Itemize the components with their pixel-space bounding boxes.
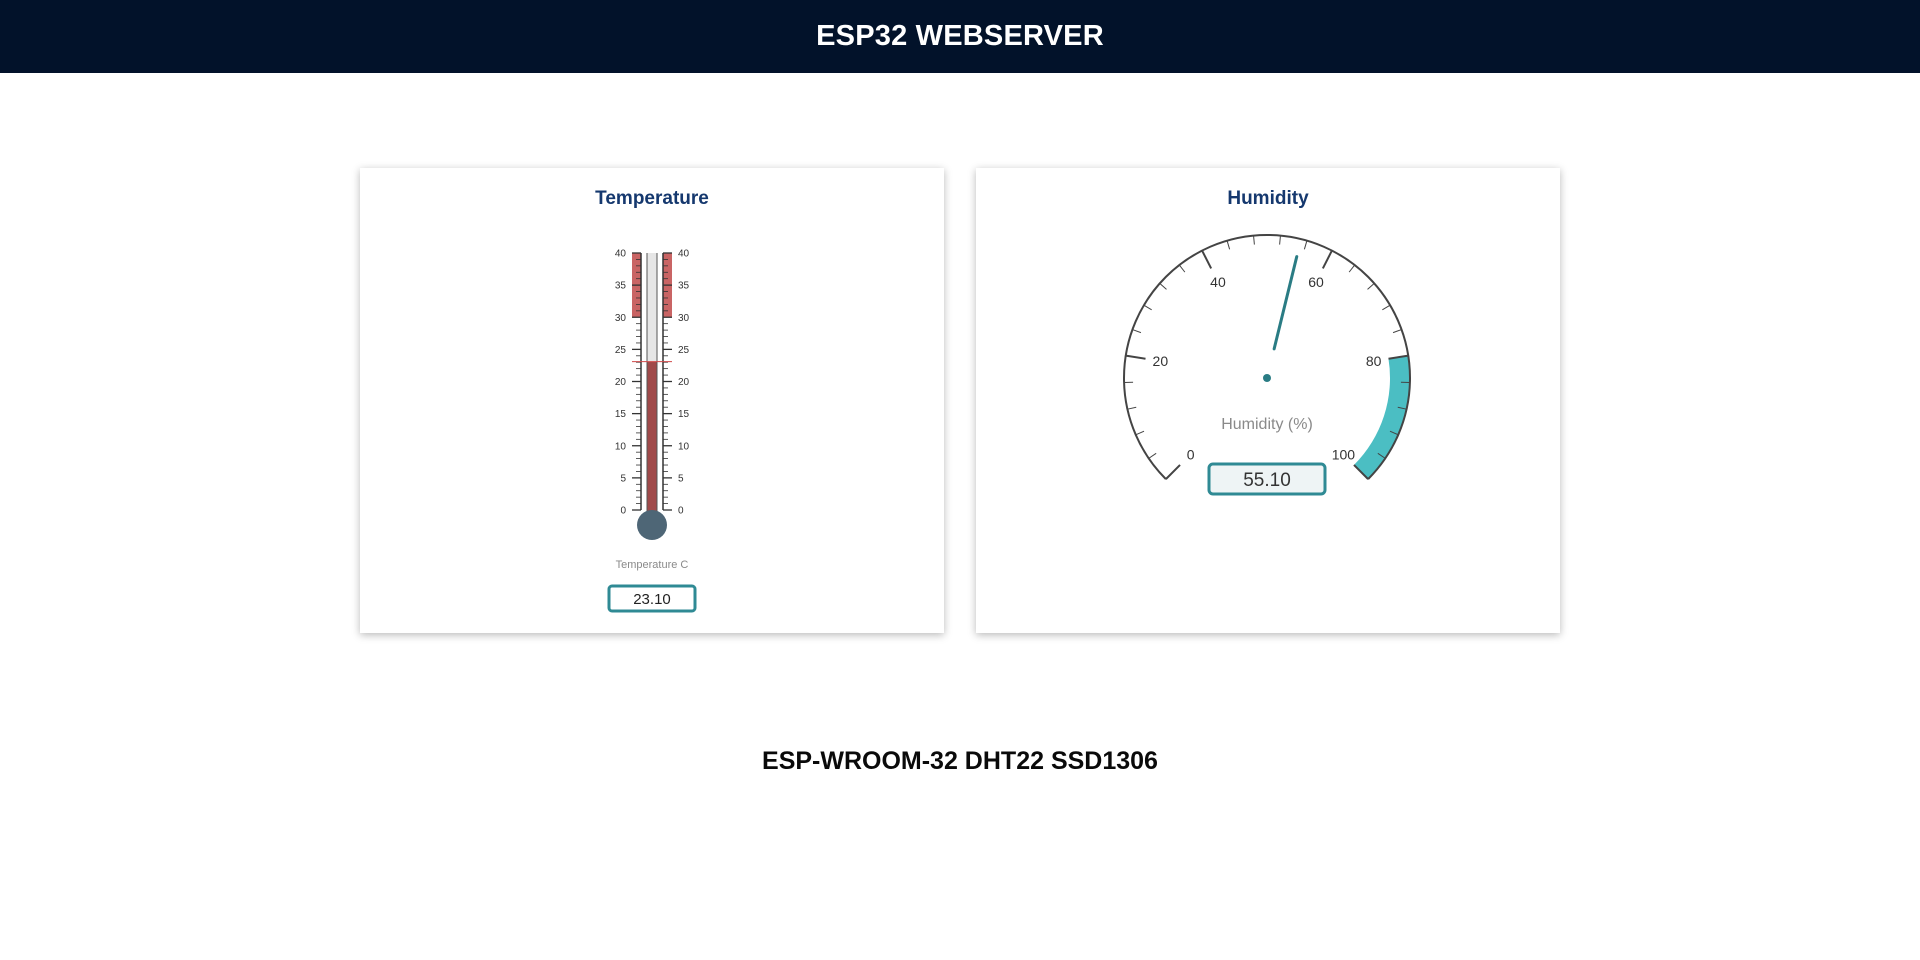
temperature-unit-label: Temperature C — [616, 559, 689, 571]
temperature-bulb — [637, 510, 667, 540]
temperature-tick-label-right: 30 — [678, 313, 690, 324]
temperature-tick-label-right: 5 — [678, 473, 684, 484]
humidity-tick — [1348, 264, 1356, 273]
humidity-tick — [1143, 304, 1152, 311]
humidity-tick-label: 20 — [1153, 353, 1169, 369]
humidity-tick — [1125, 354, 1146, 360]
temperature-tick-label-left: 25 — [615, 345, 627, 356]
temperature-tick-label-left: 5 — [620, 473, 626, 484]
temperature-tick-label-right: 10 — [678, 441, 690, 452]
humidity-tick-label: 0 — [1187, 446, 1195, 462]
humidity-high-band — [1353, 355, 1410, 480]
temperature-tick-label-right: 35 — [678, 281, 690, 292]
temperature-tick-label-right: 25 — [678, 345, 690, 356]
humidity-gauge: 0 20 40 60 80 100 Humidity (%) 55.10 — [1123, 234, 1411, 496]
humidity-tick — [1303, 240, 1308, 250]
temperature-fill — [647, 361, 657, 516]
header-bar: ESP32 WEBSERVER — [0, 0, 1920, 73]
humidity-tick — [1367, 283, 1375, 290]
temperature-tick-label-right: 20 — [678, 377, 690, 388]
humidity-tick-label: 60 — [1308, 274, 1324, 290]
humidity-tick — [1321, 250, 1333, 269]
temperature-tick-label-right: 15 — [678, 409, 690, 420]
humidity-tick-label: 80 — [1366, 353, 1382, 369]
humidity-value: 55.10 — [1243, 470, 1291, 491]
humidity-tick — [1279, 235, 1281, 245]
humidity-tick — [1148, 452, 1157, 459]
temperature-tick-label-left: 20 — [615, 377, 627, 388]
temperature-tick-label-left: 10 — [615, 441, 627, 452]
humidity-tick-label: 40 — [1210, 274, 1226, 290]
humidity-tick — [1159, 283, 1167, 290]
humidity-tick — [1135, 430, 1145, 436]
temperature-tick-label-left: 35 — [615, 281, 627, 292]
temperature-tick-label-left: 15 — [615, 409, 627, 420]
temperature-tick-label-left: 40 — [615, 249, 627, 260]
humidity-card: Humidity 0 20 40 60 80 100 Humidity (%) 55.10 — [976, 168, 1560, 633]
temperature-tick-label-right: 0 — [678, 506, 684, 517]
device-info: ESP-WROOM-32 DHT22 SSD1306 — [762, 747, 1158, 775]
temperature-tick-label-left: 30 — [615, 313, 627, 324]
humidity-tick — [1226, 240, 1231, 250]
humidity-tick — [1127, 406, 1137, 410]
humidity-tick-label: 100 — [1332, 446, 1356, 462]
temperature-card: Temperature 0 0 5 5 10 10 15 15 20 20 25 25 30 30 35 35… — [360, 168, 944, 633]
humidity-tick — [1253, 235, 1255, 245]
humidity-tick — [1392, 329, 1402, 334]
humidity-needle — [1272, 255, 1299, 351]
temperature-value: 23.10 — [633, 591, 671, 608]
humidity-unit-label: Humidity (%) — [1221, 416, 1313, 433]
humidity-tick — [1165, 464, 1181, 480]
humidity-tick — [1178, 264, 1186, 273]
humidity-tick — [1382, 304, 1391, 311]
humidity-needle-hub — [1263, 374, 1271, 382]
humidity-tick — [1201, 250, 1213, 269]
temperature-tick-label-left: 0 — [620, 506, 626, 517]
humidity-tick — [1132, 329, 1142, 334]
thermometer-gauge: 0 0 5 5 10 10 15 15 20 20 25 25 30 30 35 35 40 40 Tempera… — [607, 249, 697, 613]
temperature-tick-label-right: 40 — [678, 249, 690, 260]
page-title: ESP32 WEBSERVER — [816, 20, 1104, 52]
